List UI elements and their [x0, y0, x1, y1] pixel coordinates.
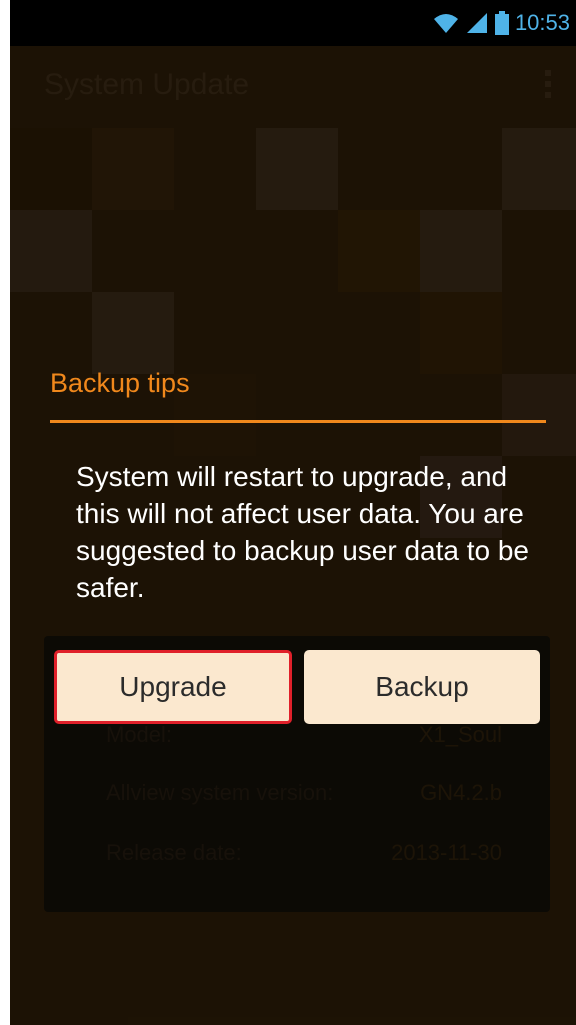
dialog-title-divider	[50, 420, 546, 423]
status-bar: 10:53	[10, 0, 576, 46]
upgrade-button[interactable]: Upgrade	[54, 650, 292, 724]
status-icons: 10:53	[433, 8, 570, 38]
phone-screen: 10:53 System Update Model: X1_Soul Allvi…	[10, 0, 576, 1025]
backup-button[interactable]: Backup	[304, 650, 540, 724]
wifi-icon	[433, 14, 458, 33]
system-update-app: System Update Model: X1_Soul Allview sys…	[10, 46, 576, 1025]
signal-icon	[466, 13, 487, 33]
battery-icon	[494, 11, 509, 35]
dialog-title: Backup tips	[50, 368, 190, 398]
status-time: 10:53	[514, 10, 570, 35]
backup-tips-dialog: Backup tips System will restart to upgra…	[40, 346, 556, 766]
dialog-message: System will restart to upgrade, and this…	[76, 461, 529, 603]
